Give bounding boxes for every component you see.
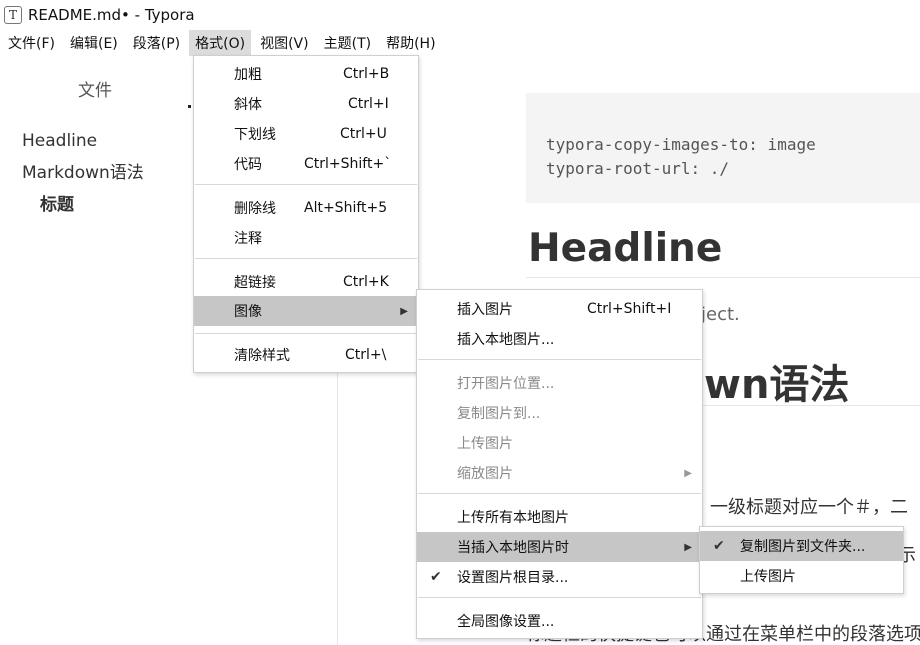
menu-separator (195, 333, 417, 334)
menu-item-italic[interactable]: 斜体 Ctrl+I (194, 89, 418, 119)
menu-item-bold[interactable]: 加粗 Ctrl+B (194, 59, 418, 89)
menu-item-shortcut: Alt+Shift+5 (304, 200, 388, 216)
menu-item-label: 超链接 (234, 275, 276, 291)
menu-item-comment[interactable]: 注释 (194, 223, 418, 253)
submenu-arrow-icon: ▶ (400, 305, 408, 317)
menu-item-global-image-settings[interactable]: 全局图像设置... (417, 606, 702, 636)
menu-item-code[interactable]: 代码 Ctrl+Shift+` (194, 149, 418, 179)
insert-local-image-submenu: ✔ 复制图片到文件夹... 上传图片 (699, 526, 904, 594)
window-title: README.md• - Typora (28, 6, 195, 24)
menu-item-image[interactable]: 图像 ▶ (194, 296, 418, 326)
menu-view[interactable]: 视图(V) (254, 30, 315, 56)
title-bar: T README.md• - Typora (0, 0, 920, 30)
menu-item-strikethrough[interactable]: 删除线 Alt+Shift+5 (194, 193, 418, 223)
format-dropdown-menu: 加粗 Ctrl+B 斜体 Ctrl+I 下划线 Ctrl+U 代码 Ctrl+S… (193, 55, 419, 373)
menu-edit[interactable]: 编辑(E) (64, 30, 124, 56)
outline-item-markdown[interactable]: Markdown语法 (22, 163, 144, 195)
menu-item-label: 缩放图片 (457, 466, 513, 482)
menu-item-shortcut: Ctrl+B (343, 66, 390, 82)
menu-item-label: 注释 (234, 231, 262, 247)
menu-item-label: 代码 (234, 157, 262, 173)
menu-item-when-insert-local-image[interactable]: 当插入本地图片时 ▶ (417, 532, 702, 562)
menu-help[interactable]: 帮助(H) (380, 30, 441, 56)
sidebar-title[interactable]: 文件 (78, 76, 112, 101)
menu-item-insert-image[interactable]: 插入图片 Ctrl+Shift+I (417, 294, 702, 324)
menu-item-label: 插入本地图片... (457, 332, 555, 348)
outline-item-headline[interactable]: Headline (22, 131, 144, 163)
menu-separator (418, 359, 701, 360)
menu-item-set-image-root[interactable]: ✔ 设置图片根目录... (417, 562, 702, 592)
outline-item-title[interactable]: 标题 (22, 195, 144, 227)
paragraph-text: 一级标题对应一个＃，二 (710, 497, 908, 518)
outline-list: Headline Markdown语法 标题 (22, 131, 144, 227)
menu-item-copy-image-to[interactable]: 复制图片到... (417, 398, 702, 428)
menu-item-label: 图像 (234, 304, 262, 320)
front-matter-line: typora-root-url: ./ (546, 159, 730, 178)
menu-item-shortcut: Ctrl+Shift+I (587, 301, 672, 317)
menu-format[interactable]: 格式(O) (189, 30, 252, 56)
menu-item-hyperlink[interactable]: 超链接 Ctrl+K (194, 267, 418, 297)
menu-separator (195, 184, 417, 185)
menu-item-copy-to-folder[interactable]: ✔ 复制图片到文件夹... (700, 531, 903, 561)
submenu-arrow-icon: ▶ (684, 467, 692, 479)
menu-separator (418, 597, 701, 598)
menu-item-shortcut: Ctrl+I (348, 96, 389, 112)
front-matter-line: typora-copy-images-to: image (546, 135, 816, 154)
yaml-front-matter[interactable]: typora-copy-images-to: image typora-root… (526, 93, 920, 203)
menu-paragraph[interactable]: 段落(P) (127, 30, 186, 56)
menu-item-label: 全局图像设置... (457, 614, 555, 630)
heading-divider (526, 277, 920, 278)
menu-item-zoom-image[interactable]: 缩放图片 ▶ (417, 458, 702, 488)
menu-item-upload-image[interactable]: 上传图片 (417, 428, 702, 458)
menu-file[interactable]: 文件(F) (2, 30, 61, 56)
menu-item-label: 斜体 (234, 97, 262, 113)
menu-item-label: 复制图片到文件夹... (740, 539, 866, 555)
sidebar-dot-marker (188, 105, 191, 108)
typora-app-icon: T (4, 6, 22, 24)
heading-headline: Headline (528, 226, 723, 271)
menu-item-label: 打开图片位置... (457, 376, 555, 392)
menu-item-shortcut: Ctrl+K (343, 274, 389, 290)
heading-markdown-syntax: wn语法 (704, 362, 850, 408)
menu-item-label: 当插入本地图片时 (457, 540, 569, 556)
menu-item-shortcut: Ctrl+\ (345, 347, 387, 363)
menu-item-upload-image[interactable]: 上传图片 (700, 561, 903, 591)
menu-item-label: 上传图片 (740, 569, 796, 585)
menu-item-label: 加粗 (234, 67, 262, 83)
menu-item-clear-style[interactable]: 清除样式 Ctrl+\ (194, 340, 418, 370)
menu-theme[interactable]: 主题(T) (318, 30, 377, 56)
menu-item-shortcut: Ctrl+Shift+` (304, 156, 392, 172)
check-icon: ✔ (713, 538, 725, 554)
menu-separator (195, 258, 417, 259)
menu-item-underline[interactable]: 下划线 Ctrl+U (194, 119, 418, 149)
menu-item-insert-local-image[interactable]: 插入本地图片... (417, 324, 702, 354)
menu-item-label: 上传所有本地图片 (457, 510, 569, 526)
menu-item-upload-all-local-images[interactable]: 上传所有本地图片 (417, 502, 702, 532)
menu-bar: 文件(F) 编辑(E) 段落(P) 格式(O) 视图(V) 主题(T) 帮助(H… (0, 30, 920, 56)
menu-item-label: 清除样式 (234, 348, 290, 364)
menu-item-label: 复制图片到... (457, 406, 541, 422)
menu-item-open-image-location[interactable]: 打开图片位置... (417, 368, 702, 398)
menu-separator (418, 493, 701, 494)
menu-item-label: 设置图片根目录... (457, 570, 569, 586)
submenu-arrow-icon: ▶ (684, 541, 692, 553)
menu-item-label: 插入图片 (457, 302, 513, 318)
check-icon: ✔ (430, 569, 442, 585)
menu-item-label: 删除线 (234, 201, 276, 217)
menu-item-label: 下划线 (234, 127, 276, 143)
image-submenu: 插入图片 Ctrl+Shift+I 插入本地图片... 打开图片位置... 复制… (416, 289, 703, 639)
menu-item-shortcut: Ctrl+U (340, 126, 387, 142)
menu-item-label: 上传图片 (457, 436, 513, 452)
